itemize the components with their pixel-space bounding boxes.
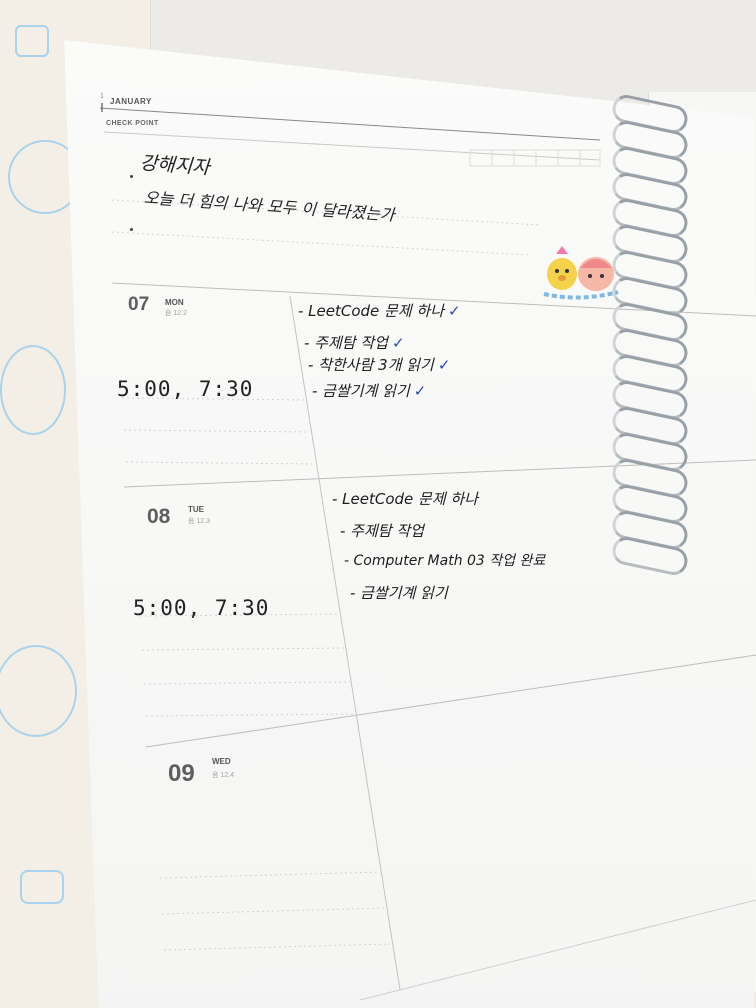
check-mark-icon: ✓ <box>391 334 405 352</box>
check-mark-icon: ✓ <box>437 356 451 374</box>
character-sticker-icon <box>543 246 619 300</box>
day-lunar-date: 음 12.3 <box>188 518 211 525</box>
day-number: 09 <box>168 760 195 787</box>
photo-scene: 10 <box>0 0 756 1008</box>
task-item: - 주제탐 작업 <box>340 522 424 540</box>
task-item: - LeetCode 문제 하나 ✓ <box>298 302 461 320</box>
check-mark-icon: ✓ <box>448 302 461 320</box>
bullet-dot <box>130 175 133 178</box>
day-lunar-date: 음 12.4 <box>212 772 235 779</box>
day-weekday: MON <box>165 298 184 307</box>
day-lunar-date: 음 12.2 <box>165 310 188 317</box>
task-item: - 금쌀기계 읽기 <box>350 584 448 602</box>
day-weekday: TUE <box>188 505 204 514</box>
time-note: 5:00, 7:30 <box>117 377 254 401</box>
task-item: - LeetCode 문제 하나 <box>332 490 479 508</box>
check-point-label: CHECK POINT <box>106 120 159 127</box>
task-item: - 착한사람 3개 읽기 ✓ <box>308 356 451 374</box>
time-note: 5:00, 7:30 <box>133 596 270 620</box>
month-number: 1 <box>100 93 104 100</box>
task-item: - Computer Math 03 작업 완료 <box>344 553 546 569</box>
month-label: JANUARY <box>110 97 152 106</box>
day-number: 07 <box>128 294 150 315</box>
task-item: - 금쌀기계 읽기 ✓ <box>312 382 427 400</box>
day-weekday: WED <box>212 757 231 766</box>
check-point-note: 강해지자 <box>139 152 211 179</box>
day-number: 08 <box>147 505 171 528</box>
task-item: - 주제탐 작업 ✓ <box>304 334 405 352</box>
spiral-binding <box>609 92 702 580</box>
bullet-dot <box>130 228 133 231</box>
check-mark-icon: ✓ <box>413 382 427 400</box>
